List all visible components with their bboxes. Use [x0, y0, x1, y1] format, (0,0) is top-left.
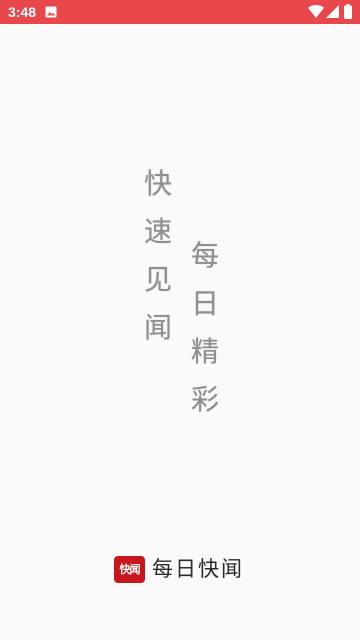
status-time: 3:48	[8, 4, 37, 20]
app-name: 每日快闻	[152, 557, 244, 581]
image-icon	[45, 6, 57, 18]
slogan-column-2: 每 日 精 彩	[185, 232, 225, 424]
brand-footer: 快闻 每日快闻	[114, 554, 244, 584]
slogan-char: 快	[143, 167, 172, 200]
slogan-column-1: 快 速 见 闻	[138, 160, 178, 352]
slogan-char: 每	[190, 239, 219, 272]
app-logo: 快闻	[114, 555, 145, 583]
cellular-signal-icon	[326, 5, 339, 18]
slogan-char: 闻	[143, 311, 172, 344]
wifi-icon	[308, 5, 324, 18]
slogan-char: 日	[190, 287, 219, 320]
status-bar: 3:48	[0, 0, 360, 24]
slogan-char: 见	[143, 263, 172, 296]
slogan-char: 速	[143, 215, 172, 248]
slogan-char: 精	[190, 335, 219, 368]
slogan-char: 彩	[190, 383, 219, 416]
battery-icon	[344, 4, 352, 19]
